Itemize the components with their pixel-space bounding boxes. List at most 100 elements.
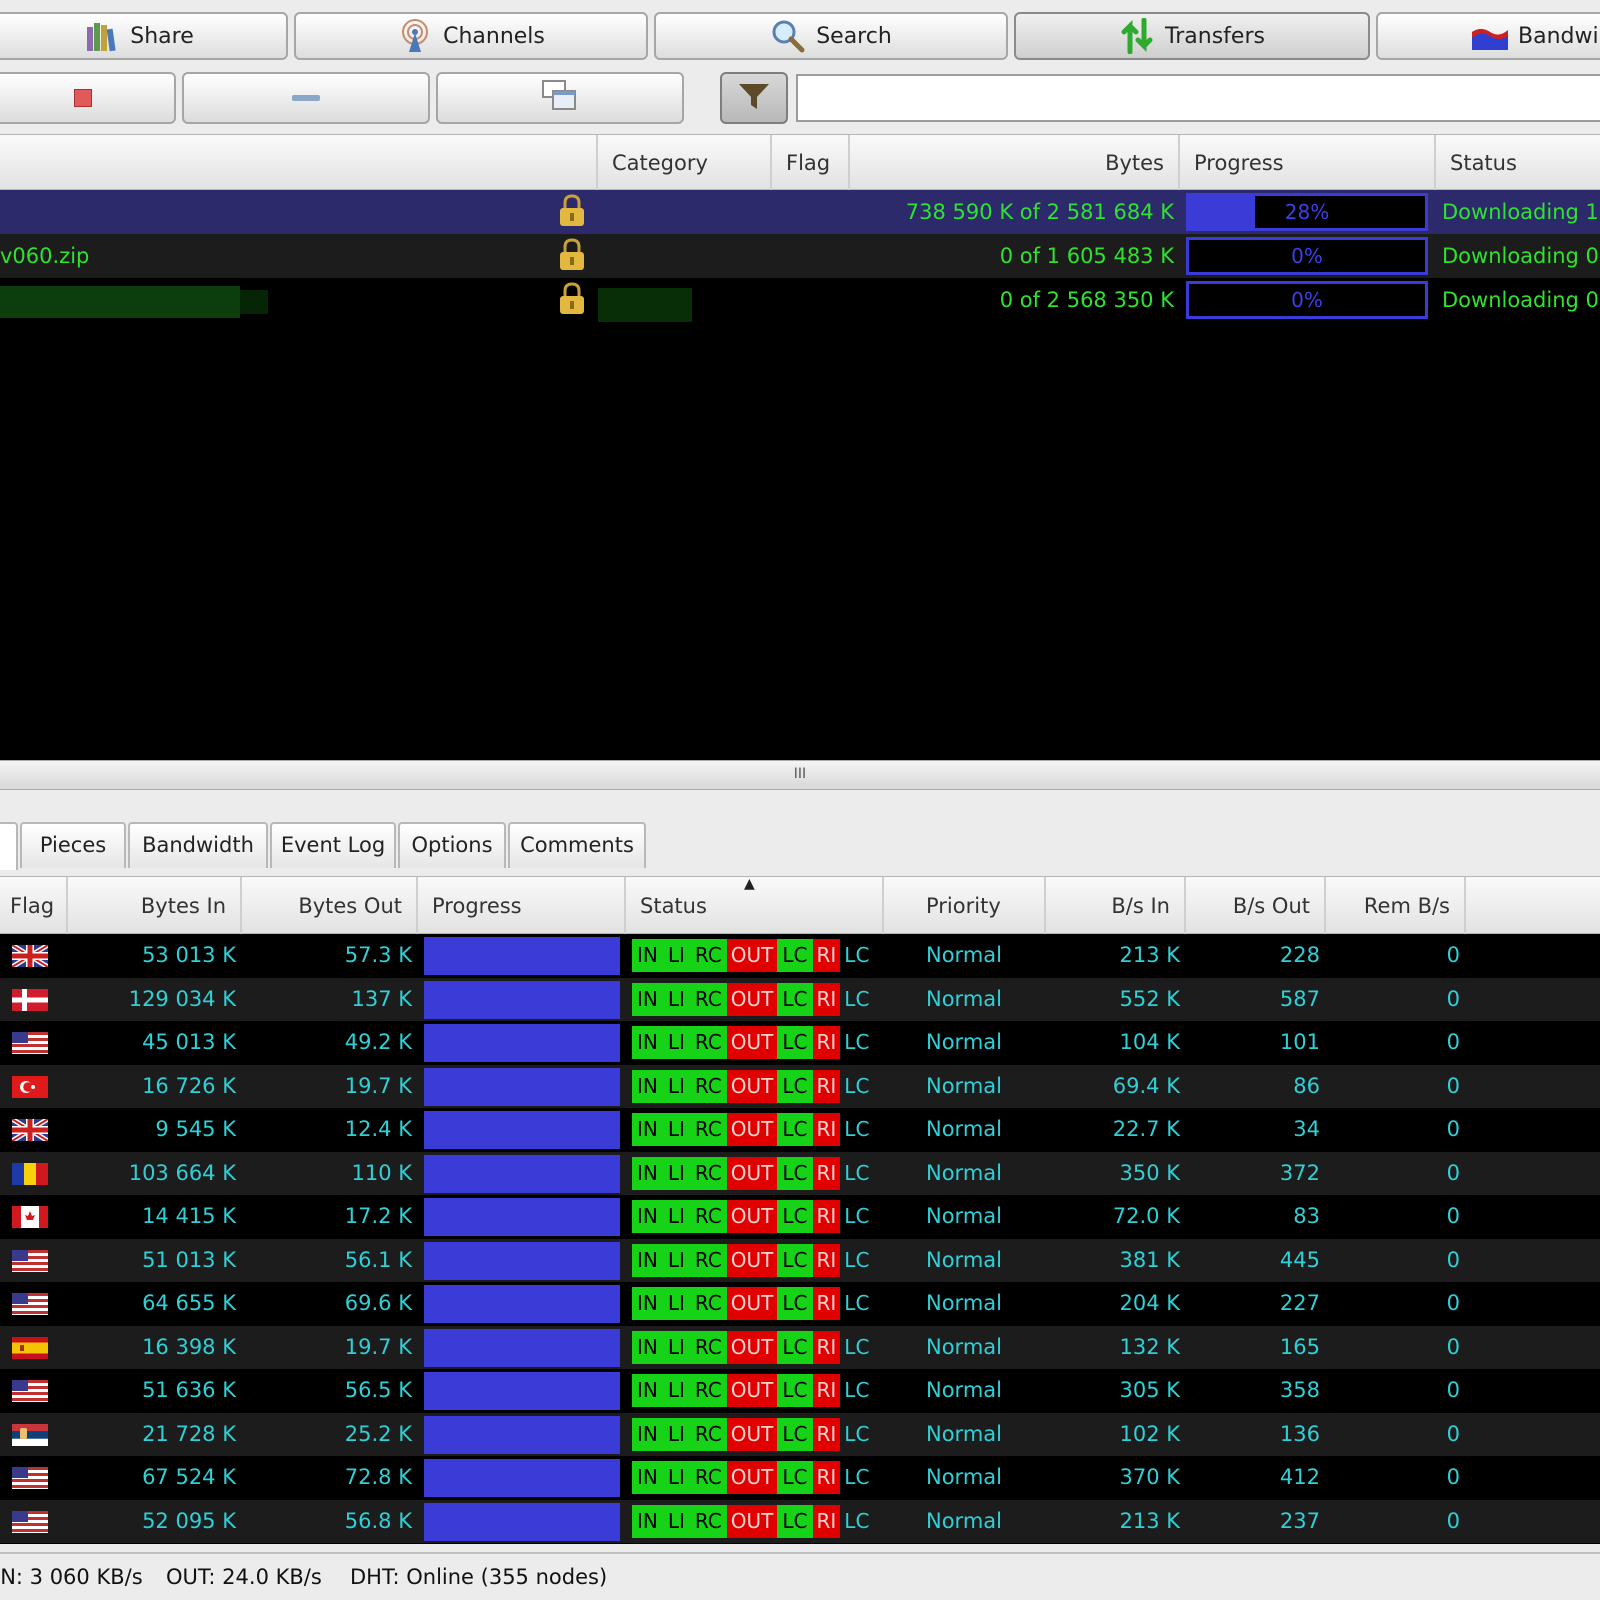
status-flag-rc: RC [689,1287,727,1320]
lock-icon [556,282,588,326]
status-flag-in: IN [632,982,663,1016]
tab-comments[interactable]: Comments [508,822,646,868]
tab-transfers[interactable]: Transfers [1014,12,1370,60]
peer-rem-bs: 0 [1446,1465,1460,1489]
peer-bs-out: 101 [1279,1030,1320,1054]
peer-bs-in: 350 K [1119,1160,1180,1185]
col-peer-status[interactable]: Status [626,877,884,935]
sort-ascending-icon: ▲ [744,876,755,892]
peer-bytes-out: 25.2 K [344,1421,412,1446]
peer-priority: Normal [926,1247,1002,1272]
transfer-progress-label: 0% [1291,244,1323,268]
peer-bytes-out: 49.2 K [344,1030,412,1054]
peer-status-flags: IN LI RC OUT LC RI LC [632,1156,873,1190]
status-flag-in: IN [632,1200,663,1233]
country-flag-icon [12,1032,48,1054]
col-bs-in[interactable]: B/s In [1046,877,1186,935]
peer-priority: Normal [926,1117,1002,1141]
pane-splitter[interactable]: III [0,760,1600,790]
transfer-status: Downloading 1 [1442,200,1599,224]
peer-row[interactable]: 51 013 K 56.1 K IN LI RC OUT LC RI LC Normal 381 K… [0,1238,1600,1282]
col-peer-progress[interactable]: Progress [418,877,626,935]
transfer-row[interactable]: v060.zip 0 of 1 605 483 K 0% Downloading… [0,234,1600,278]
peer-priority: Normal [926,1160,1002,1185]
peer-row[interactable]: 67 524 K 72.8 K IN LI RC OUT LC RI LC Normal 370 K… [0,1456,1600,1500]
peer-row[interactable]: 16 726 K 19.7 K IN LI RC OUT LC RI LC Normal 69.4 … [0,1064,1600,1108]
peer-priority: Normal [926,1334,1002,1359]
col-category[interactable]: Category [598,135,772,191]
peer-bytes-in: 51 013 K [142,1247,236,1272]
col-name[interactable] [0,135,598,191]
minimize-button[interactable] [182,72,430,124]
status-flag-rc: RC [689,1504,727,1538]
lock-icon [556,238,588,282]
tab-search[interactable]: Search [654,12,1008,60]
peer-row[interactable]: 21 728 K 25.2 K IN LI RC OUT LC RI LC Normal 102 K… [0,1412,1600,1456]
stop-button[interactable] [0,72,176,124]
status-flag-out: OUT [726,1113,778,1146]
peer-row[interactable]: 52 095 K 56.8 K IN LI RC OUT LC RI LC Normal 213 K… [0,1499,1600,1543]
peer-row[interactable]: 14 415 K 17.2 K IN LI RC OUT LC RI LC Normal 72.0 … [0,1195,1600,1239]
col-flag[interactable]: Flag [772,135,850,191]
peer-row[interactable]: 53 013 K 57.3 K IN LI RC OUT LC RI LC Normal 213 K… [0,934,1600,978]
tab-options[interactable]: Options [398,822,506,868]
peer-row[interactable]: 16 398 K 19.7 K IN LI RC OUT LC RI LC Normal 132 K… [0,1325,1600,1369]
status-flag-lc-remote: LC [844,1508,870,1533]
peer-row[interactable]: 9 545 K 12.4 K IN LI RC OUT LC RI LC Normal 22.7 K… [0,1108,1600,1152]
status-flag-li: LI [662,1200,690,1233]
status-flag-li: LI [662,1374,690,1407]
peer-row[interactable]: 45 013 K 49.2 K IN LI RC OUT LC RI LC Normal 104 K… [0,1021,1600,1065]
peer-row[interactable]: 103 664 K 110 K IN LI RC OUT LC RI LC Normal 350 K… [0,1151,1600,1195]
tab-transfers-label: Transfers [1165,23,1265,49]
col-status[interactable]: Status [1436,135,1600,191]
peers-list[interactable]: 53 013 K 57.3 K IN LI RC OUT LC RI LC Normal 213 K… [0,934,1600,1544]
tab-bandwidth[interactable]: Bandwi [1376,12,1600,60]
tab-bandwidth-detail[interactable]: Bandwidth [128,822,268,868]
peer-status-flags: IN LI RC OUT LC RI LC [632,1417,873,1451]
peers-header: Flag Bytes In Bytes Out Progress Status … [0,876,1600,935]
peer-bs-in: 132 K [1119,1334,1180,1359]
col-bytes[interactable]: Bytes [850,135,1180,191]
peer-row[interactable]: 64 655 K 69.6 K IN LI RC OUT LC RI LC Normal 204 K… [0,1282,1600,1326]
status-flag-in: IN [632,1243,663,1277]
col-bytes-in[interactable]: Bytes In [68,877,242,935]
windows-button[interactable] [436,72,684,124]
status-flag-lc: LC [777,939,813,972]
peer-status-flags: IN LI RC OUT LC RI LC [632,982,873,1016]
transfer-row[interactable]: 0 of 2 568 350 K 0% Downloading 0 [0,278,1600,322]
transfer-progress-label: 0% [1291,288,1323,312]
status-flag-lc: LC [777,1113,813,1146]
peer-bs-in: 22.7 K [1112,1117,1180,1141]
peer-progress-bar [424,1111,620,1149]
col-bs-out[interactable]: B/s Out [1186,877,1326,935]
status-flag-lc: LC [777,1417,813,1451]
transfers-list[interactable]: 738 590 K of 2 581 684 K 28% Downloading… [0,190,1600,760]
peer-bs-out: 83 [1293,1204,1320,1228]
filter-input[interactable] [796,74,1600,122]
peer-status-flags: IN LI RC OUT LC RI LC [632,1200,873,1233]
status-bar: IN: 3 060 KB/s OUT: 24.0 KB/s DHT: Onlin… [0,1552,1600,1600]
peer-row[interactable]: 129 034 K 137 K IN LI RC OUT LC RI LC Normal 552 K… [0,977,1600,1021]
tab-peers[interactable] [0,822,18,870]
tab-pieces[interactable]: Pieces [20,822,126,868]
col-peer-flag[interactable]: Flag [0,877,68,935]
peer-bytes-in: 21 728 K [142,1421,236,1446]
col-bytes-out[interactable]: Bytes Out [242,877,418,935]
peer-bs-in: 305 K [1119,1378,1180,1402]
transfer-toolbar [0,66,1600,132]
peer-bytes-out: 19.7 K [344,1073,412,1098]
peer-row[interactable]: 51 636 K 56.5 K IN LI RC OUT LC RI LC Normal 305 K… [0,1369,1600,1413]
tab-share[interactable]: Share [0,12,288,60]
tab-channels[interactable]: Channels [294,12,648,60]
status-flag-li: LI [662,1417,690,1451]
filter-button[interactable] [720,72,788,124]
tab-event-log[interactable]: Event Log [270,822,396,868]
status-flag-li: LI [662,1461,690,1494]
col-progress[interactable]: Progress [1180,135,1436,191]
col-rem-bs[interactable]: Rem B/s [1326,877,1466,935]
status-flag-lc-remote: LC [844,1160,870,1185]
status-flag-ri: RI [812,1461,841,1494]
transfer-row[interactable]: 738 590 K of 2 581 684 K 28% Downloading… [0,190,1600,234]
status-flag-lc-remote: LC [844,1291,870,1315]
col-priority[interactable]: Priority [884,877,1046,935]
